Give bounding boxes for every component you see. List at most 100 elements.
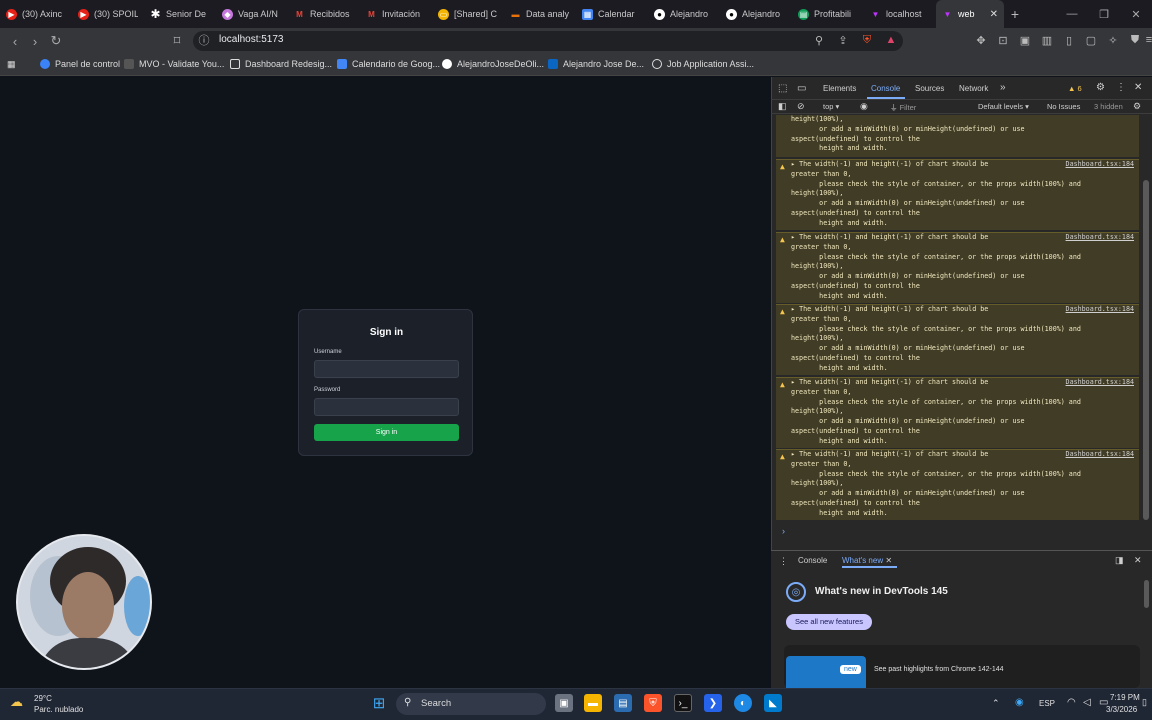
source-link[interactable]: Dashboard.tsx:184 xyxy=(1066,160,1134,170)
more-tabs-icon[interactable]: » xyxy=(1000,82,1006,93)
drawer-tab-console[interactable]: Console xyxy=(798,556,827,565)
log-levels-dropdown[interactable]: Default levels ▾ xyxy=(978,102,1029,111)
sidebar-icon[interactable]: ▯ xyxy=(1062,33,1076,47)
weather-icon[interactable]: ☁ xyxy=(10,694,23,710)
bookmark-icon[interactable]: ⌑ xyxy=(168,32,186,50)
source-link[interactable]: Dashboard.tsx:184 xyxy=(1066,378,1134,388)
console-warning[interactable]: ▲ ▸ The width(-1) and height(-1) of char… xyxy=(776,159,1139,230)
browser-tab[interactable]: ▼ localhost xyxy=(864,0,936,28)
browser-tab[interactable]: ✱ Senior De xyxy=(144,0,216,28)
wifi-icon[interactable]: ◠ xyxy=(1067,697,1076,708)
windows-start-icon[interactable]: ⊞ xyxy=(370,694,388,712)
clock-time[interactable]: 7:19 PM xyxy=(1110,693,1140,702)
sign-in-button[interactable]: Sign in xyxy=(314,424,459,441)
zoom-icon[interactable]: ⚲ xyxy=(812,33,826,47)
reading-list-icon[interactable]: ▥ xyxy=(1040,33,1054,47)
settings-gear-icon[interactable]: ⚙ xyxy=(1096,82,1105,93)
console-warning[interactable]: ▲ ▸ The width(-1) and height(-1) of char… xyxy=(776,232,1139,303)
close-window-button[interactable]: ✕ xyxy=(1120,0,1152,28)
bookmark-item[interactable]: AlejandroJoseDeOli... xyxy=(442,59,544,69)
brave-rewards-icon[interactable]: ▲ xyxy=(884,33,898,47)
warning-counter[interactable]: ▲ 6 xyxy=(1068,84,1082,93)
forward-button[interactable]: › xyxy=(26,32,44,50)
drawer-tab-whats-new[interactable]: What's new ✕ xyxy=(842,556,892,565)
volume-icon[interactable]: ◁ xyxy=(1083,697,1091,708)
taskbar-search[interactable] xyxy=(396,693,546,715)
tab-sources[interactable]: Sources xyxy=(915,84,944,93)
filter-input[interactable]: ⏚ Filter xyxy=(890,102,916,113)
console-settings-icon[interactable]: ⚙ xyxy=(1133,101,1141,112)
browser-tab[interactable]: M Recibidos xyxy=(288,0,360,28)
browser-tab-active[interactable]: ▼ web ✕ xyxy=(936,0,1004,28)
back-button[interactable]: ‹ xyxy=(6,32,24,50)
device-toolbar-icon[interactable]: ▭ xyxy=(797,83,806,94)
tab-search-icon[interactable]: ▣ xyxy=(1018,33,1032,47)
browser-tab[interactable]: ▤ Profitabili xyxy=(792,0,864,28)
tray-chevron-icon[interactable]: ⌃ xyxy=(992,698,1000,709)
source-link[interactable]: Dashboard.tsx:184 xyxy=(1066,305,1134,315)
reload-button[interactable]: ↻ xyxy=(47,32,65,50)
screenshot-icon[interactable]: ⊡ xyxy=(996,33,1010,47)
tab-console[interactable]: Console xyxy=(871,84,900,93)
weather-desc[interactable]: Parc. nublado xyxy=(34,705,83,714)
source-link[interactable]: Dashboard.tsx:184 xyxy=(1066,450,1134,460)
edge-browser-icon[interactable]: ◐ xyxy=(734,694,752,712)
browser-tab[interactable]: ● Alejandro xyxy=(648,0,720,28)
bookmark-item[interactable]: Job Application Assi... xyxy=(652,59,754,69)
close-icon[interactable]: ✕ xyxy=(885,556,892,565)
clock-date[interactable]: 3/3/2026 xyxy=(1106,705,1137,714)
site-info-icon[interactable]: ⓘ xyxy=(197,33,211,47)
close-tab-icon[interactable]: ✕ xyxy=(990,9,998,20)
browser-tab[interactable]: ▦ Calendar xyxy=(576,0,648,28)
minimize-button[interactable]: — xyxy=(1056,0,1088,28)
powershell-icon[interactable]: ❯ xyxy=(704,694,722,712)
bookmark-item[interactable]: Calendario de Goog... xyxy=(337,59,440,69)
console-prompt-icon[interactable]: › xyxy=(782,526,785,536)
close-drawer-icon[interactable]: ✕ xyxy=(1134,555,1142,566)
drawer-menu-icon[interactable]: ⋮ xyxy=(779,556,788,567)
maximize-button[interactable]: ❐ xyxy=(1088,0,1120,28)
terminal-icon[interactable]: ›_ xyxy=(674,694,692,712)
bookmark-item[interactable]: Alejandro Jose De... xyxy=(548,59,644,69)
weather-temp[interactable]: 29°C xyxy=(34,694,52,703)
wallet-icon[interactable]: ▢ xyxy=(1084,33,1098,47)
brave-shields-icon[interactable]: ⛨ xyxy=(860,33,874,47)
notepad-icon[interactable]: ▤ xyxy=(614,694,632,712)
task-view-icon[interactable]: ▣ xyxy=(555,694,573,712)
console-scrollbar[interactable] xyxy=(1143,180,1149,520)
password-input[interactable] xyxy=(314,398,459,416)
sidebar-toggle-icon[interactable]: ◧ xyxy=(778,101,787,112)
tray-app-icon[interactable]: ◉ xyxy=(1015,697,1024,708)
browser-tab[interactable]: M Invitación xyxy=(360,0,432,28)
console-warning[interactable]: ▲ ▸ The width(-1) and height(-1) of char… xyxy=(776,377,1139,448)
context-selector[interactable]: top ▾ xyxy=(823,102,839,111)
drawer-scrollbar[interactable] xyxy=(1144,580,1149,608)
share-icon[interactable]: ⇪ xyxy=(836,33,850,47)
bookmark-item[interactable]: Panel de control xyxy=(40,59,120,69)
tab-elements[interactable]: Elements xyxy=(823,84,856,93)
bookmark-item[interactable]: MVO - Validate You... xyxy=(124,59,224,69)
bookmark-item[interactable]: Dashboard Redesig... xyxy=(230,59,332,69)
browser-tab[interactable]: ◆ Vaga AI/N xyxy=(216,0,288,28)
kebab-menu-icon[interactable]: ⋮ xyxy=(1116,82,1126,93)
undock-drawer-icon[interactable]: ◨ xyxy=(1115,555,1124,566)
browser-tab[interactable]: ● Alejandro xyxy=(720,0,792,28)
vpn-icon[interactable]: ⛊ xyxy=(1128,33,1142,47)
url-text[interactable]: localhost:5173 xyxy=(219,34,284,45)
notifications-icon[interactable]: ▯ xyxy=(1142,697,1147,708)
close-devtools-icon[interactable]: ✕ xyxy=(1134,82,1142,93)
leo-ai-icon[interactable]: ✧ xyxy=(1106,33,1120,47)
see-all-features-button[interactable]: See all new features xyxy=(786,614,872,630)
brave-browser-icon[interactable]: ⛨ xyxy=(644,694,662,712)
source-link[interactable]: Dashboard.tsx:184 xyxy=(1066,233,1134,243)
console-warning[interactable]: ▲ ▸ The width(-1) and height(-1) of char… xyxy=(776,449,1139,520)
inspect-element-icon[interactable]: ⬚ xyxy=(778,83,787,94)
file-explorer-icon[interactable]: ▬ xyxy=(584,694,602,712)
menu-icon[interactable]: ≡ xyxy=(1142,33,1152,47)
address-bar[interactable] xyxy=(193,31,903,51)
apps-icon[interactable]: ▦ xyxy=(7,59,16,70)
console-warning[interactable]: ▲ ▸ The width(-1) and height(-1) of char… xyxy=(776,304,1139,375)
browser-tab[interactable]: ▭ [Shared] C xyxy=(432,0,504,28)
extensions-icon[interactable]: ✥ xyxy=(974,33,988,47)
clear-console-icon[interactable]: ⊘ xyxy=(797,101,805,112)
